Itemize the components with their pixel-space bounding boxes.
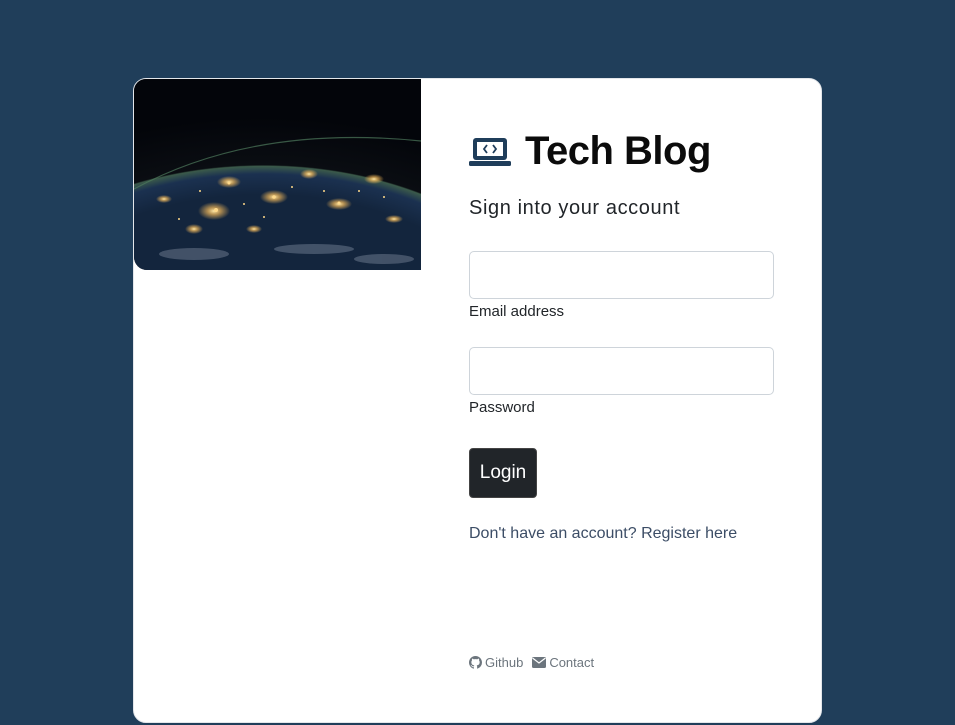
envelope-icon [532, 657, 547, 668]
github-link[interactable]: Github [469, 655, 523, 670]
password-label: Password [469, 399, 535, 416]
github-label: Github [485, 655, 524, 670]
laptop-code-icon [469, 136, 511, 168]
password-group: Password [469, 347, 774, 416]
footer-links: Github Contact [469, 655, 603, 670]
login-button[interactable]: Login [469, 448, 537, 498]
email-field[interactable] [469, 251, 774, 299]
login-card: Tech Blog Sign into your account Email a… [133, 78, 822, 723]
register-prompt: Don't have an account? Register here [469, 525, 737, 543]
password-field[interactable] [469, 347, 774, 395]
brand-header: Tech Blog [469, 129, 711, 174]
contact-label: Contact [549, 655, 595, 670]
register-link[interactable]: Don't have an account? Register here [469, 525, 737, 542]
github-icon [469, 656, 482, 669]
brand-title: Tech Blog [525, 129, 711, 173]
email-group: Email address [469, 251, 774, 320]
email-label: Email address [469, 303, 565, 320]
contact-link[interactable]: Contact [532, 655, 594, 670]
login-subtitle: Sign into your account [469, 197, 681, 219]
earth-at-night-image [134, 79, 421, 270]
